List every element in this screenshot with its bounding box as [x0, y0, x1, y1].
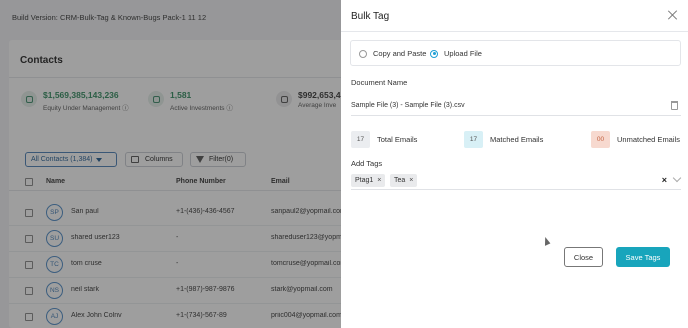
unmatched-emails-count: 00 Unmatched Emails — [591, 131, 680, 148]
radio-copy-paste[interactable]: Copy and Paste — [359, 49, 426, 58]
remove-tag-icon[interactable]: × — [409, 177, 413, 184]
count-badge: 17 — [464, 131, 483, 148]
total-emails-count: 17 Total Emails — [351, 131, 417, 148]
matched-emails-count: 17 Matched Emails — [464, 131, 543, 148]
panel-title: Bulk Tag — [351, 11, 390, 22]
count-badge: 00 — [591, 131, 610, 148]
tag-chip: Tea × — [390, 174, 418, 187]
document-name-value: Sample File (3) - Sample File (3).csv — [351, 102, 465, 109]
close-button[interactable]: Close — [564, 247, 603, 267]
bulk-tag-panel: Bulk Tag Copy and Paste Upload File Docu… — [341, 0, 688, 328]
radio-unchecked-icon — [359, 49, 367, 58]
document-name-field[interactable]: Sample File (3) - Sample File (3).csv — [351, 97, 681, 116]
count-label: Total Emails — [377, 135, 418, 144]
panel-header: Bulk Tag — [341, 0, 688, 32]
document-name-label: Document Name — [351, 78, 408, 87]
radio-upload-file[interactable]: Upload File — [430, 49, 482, 58]
trash-icon[interactable] — [671, 101, 678, 110]
chevron-down-icon[interactable] — [672, 173, 682, 183]
count-label: Matched Emails — [490, 135, 544, 144]
close-icon[interactable] — [667, 9, 679, 21]
radio-checked-icon — [430, 49, 438, 58]
tag-chip-label: Ptag1 — [355, 177, 374, 184]
tag-chip: Ptag1 × — [351, 174, 386, 187]
radio-label: Copy and Paste — [373, 49, 427, 58]
save-tags-button[interactable]: Save Tags — [616, 247, 670, 267]
input-mode-group: Copy and Paste Upload File — [350, 40, 681, 66]
count-label: Unmatched Emails — [617, 135, 680, 144]
add-tags-label: Add Tags — [351, 159, 383, 168]
remove-tag-icon[interactable]: × — [377, 177, 381, 184]
modal-backdrop[interactable] — [0, 0, 341, 328]
tags-input[interactable]: Ptag1 × Tea × × — [351, 172, 682, 190]
clear-tags-icon[interactable]: × — [662, 175, 667, 185]
radio-label: Upload File — [444, 49, 482, 58]
count-badge: 17 — [351, 131, 370, 148]
tag-chip-label: Tea — [394, 177, 406, 184]
